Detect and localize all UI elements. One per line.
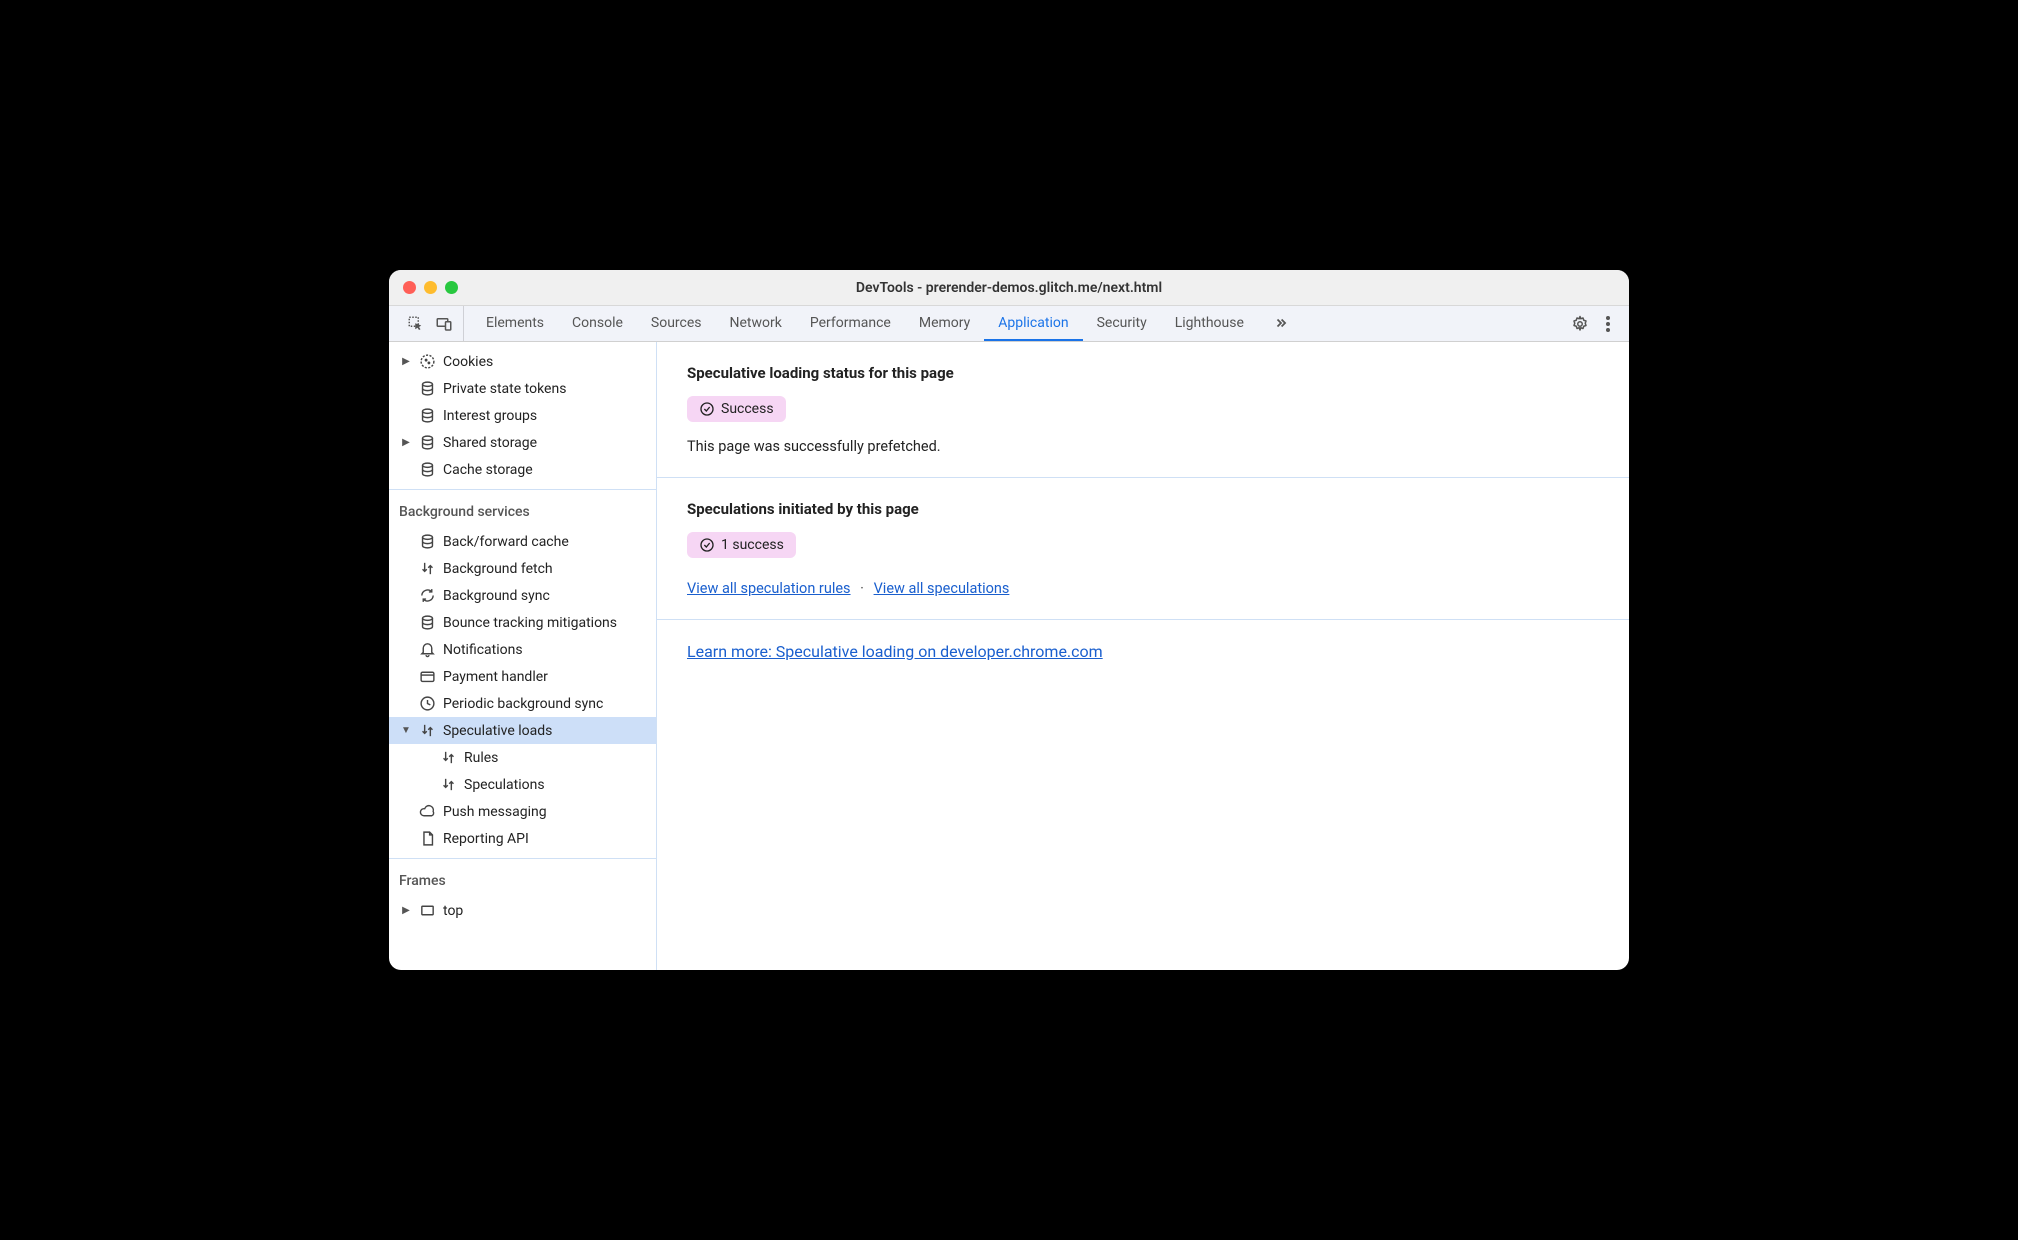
sidebar-item-cookies[interactable]: ▶ Cookies (389, 348, 656, 375)
clock-icon (418, 695, 436, 713)
sidebar-item-background-fetch[interactable]: Background fetch (389, 555, 656, 582)
sidebar-item-periodic-background-sync[interactable]: Periodic background sync (389, 690, 656, 717)
arrow-icon: ▼ (401, 725, 411, 736)
status-text: Success (721, 401, 774, 417)
sidebar-item-label: Background sync (443, 588, 550, 604)
bell-icon (418, 641, 436, 659)
titlebar: DevTools - prerender-demos.glitch.me/nex… (389, 270, 1629, 306)
check-icon (699, 401, 715, 417)
sidebar-item-label: Reporting API (443, 831, 529, 847)
status-badge: Success (687, 396, 786, 422)
updown-icon (418, 560, 436, 578)
sidebar-item-label: Cookies (443, 354, 493, 370)
tabbar: Elements Console Sources Network Perform… (389, 306, 1629, 342)
minimize-button[interactable] (424, 281, 437, 294)
card-icon (418, 668, 436, 686)
tab-application[interactable]: Application (984, 306, 1082, 341)
tab-performance[interactable]: Performance (796, 306, 905, 341)
doc-icon (418, 830, 436, 848)
sidebar-item-top[interactable]: ▶ top (389, 897, 656, 924)
updown-icon (439, 749, 457, 767)
sidebar-item-bounce-tracking-mitigations[interactable]: Bounce tracking mitigations (389, 609, 656, 636)
sidebar-item-label: Bounce tracking mitigations (443, 615, 617, 631)
sidebar-item-back-forward-cache[interactable]: Back/forward cache (389, 528, 656, 555)
sidebar-item-label: top (443, 903, 463, 919)
traffic-lights (403, 281, 458, 294)
tab-console[interactable]: Console (558, 306, 637, 341)
section2-title: Speculations initiated by this page (687, 500, 1599, 518)
link-view-speculations[interactable]: View all speculations (874, 580, 1010, 597)
sidebar-item-cache-storage[interactable]: Cache storage (389, 456, 656, 483)
sidebar-item-label: Interest groups (443, 408, 537, 424)
speculations-badge: 1 success (687, 532, 796, 558)
sidebar-item-label: Notifications (443, 642, 523, 658)
sidebar-item-payment-handler[interactable]: Payment handler (389, 663, 656, 690)
sidebar-item-label: Private state tokens (443, 381, 566, 397)
cloud-icon (418, 803, 436, 821)
updown-icon (418, 722, 436, 740)
sidebar-item-shared-storage[interactable]: ▶ Shared storage (389, 429, 656, 456)
gear-icon[interactable] (1571, 315, 1589, 333)
device-icon[interactable] (435, 315, 453, 333)
sidebar-item-rules[interactable]: Rules (389, 744, 656, 771)
sidebar-item-label: Payment handler (443, 669, 548, 685)
sidebar-item-label: Rules (464, 750, 498, 766)
sidebar: ▶ Cookies Private state tokens Interest gro… (389, 342, 657, 970)
sidebar-item-speculative-loads[interactable]: ▼ Speculative loads (389, 717, 656, 744)
main-panel: Speculative loading status for this page… (657, 342, 1629, 970)
db-icon (418, 461, 436, 479)
db-icon (418, 614, 436, 632)
tab-network[interactable]: Network (716, 306, 796, 341)
inspect-icon[interactable] (407, 315, 425, 333)
devtools-window: DevTools - prerender-demos.glitch.me/nex… (389, 270, 1629, 970)
sidebar-item-background-sync[interactable]: Background sync (389, 582, 656, 609)
section1-desc: This page was successfully prefetched. (687, 438, 1599, 455)
sidebar-group-bg: Background services (389, 496, 656, 528)
db-icon (418, 533, 436, 551)
tab-security[interactable]: Security (1083, 306, 1161, 341)
sidebar-item-label: Background fetch (443, 561, 553, 577)
speculations-text: 1 success (721, 537, 784, 553)
sidebar-item-notifications[interactable]: Notifications (389, 636, 656, 663)
db-icon (418, 434, 436, 452)
arrow-icon: ▶ (401, 356, 411, 367)
sidebar-item-speculations[interactable]: Speculations (389, 771, 656, 798)
sidebar-item-private-state-tokens[interactable]: Private state tokens (389, 375, 656, 402)
frame-icon (418, 902, 436, 920)
section1-title: Speculative loading status for this page (687, 364, 1599, 382)
arrow-icon: ▶ (401, 905, 411, 916)
sidebar-item-label: Push messaging (443, 804, 547, 820)
db-icon (418, 380, 436, 398)
window-title: DevTools - prerender-demos.glitch.me/nex… (389, 280, 1629, 296)
sidebar-group-frames: Frames (389, 865, 656, 897)
sidebar-item-label: Periodic background sync (443, 696, 603, 712)
tab-lighthouse[interactable]: Lighthouse (1161, 306, 1258, 341)
tab-sources[interactable]: Sources (637, 306, 716, 341)
cookie-icon (418, 353, 436, 371)
tab-elements[interactable]: Elements (472, 306, 558, 341)
check-icon (699, 537, 715, 553)
more-icon[interactable] (1605, 315, 1611, 333)
sync-icon (418, 587, 436, 605)
sidebar-item-label: Cache storage (443, 462, 533, 478)
arrow-icon: ▶ (401, 437, 411, 448)
sidebar-item-label: Back/forward cache (443, 534, 569, 550)
panel-tabs: Elements Console Sources Network Perform… (472, 306, 1561, 341)
sidebar-item-label: Speculative loads (443, 723, 552, 739)
tabs-overflow[interactable] (1258, 306, 1304, 341)
link-view-rules[interactable]: View all speculation rules (687, 580, 851, 597)
sidebar-item-reporting-api[interactable]: Reporting API (389, 825, 656, 852)
db-icon (418, 407, 436, 425)
sidebar-item-label: Speculations (464, 777, 545, 793)
sidebar-item-label: Shared storage (443, 435, 537, 451)
sidebar-item-push-messaging[interactable]: Push messaging (389, 798, 656, 825)
updown-icon (439, 776, 457, 794)
maximize-button[interactable] (445, 281, 458, 294)
link-learn-more[interactable]: Learn more: Speculative loading on devel… (687, 642, 1103, 661)
close-button[interactable] (403, 281, 416, 294)
sidebar-item-interest-groups[interactable]: Interest groups (389, 402, 656, 429)
tab-memory[interactable]: Memory (905, 306, 984, 341)
separator: · (860, 580, 864, 597)
